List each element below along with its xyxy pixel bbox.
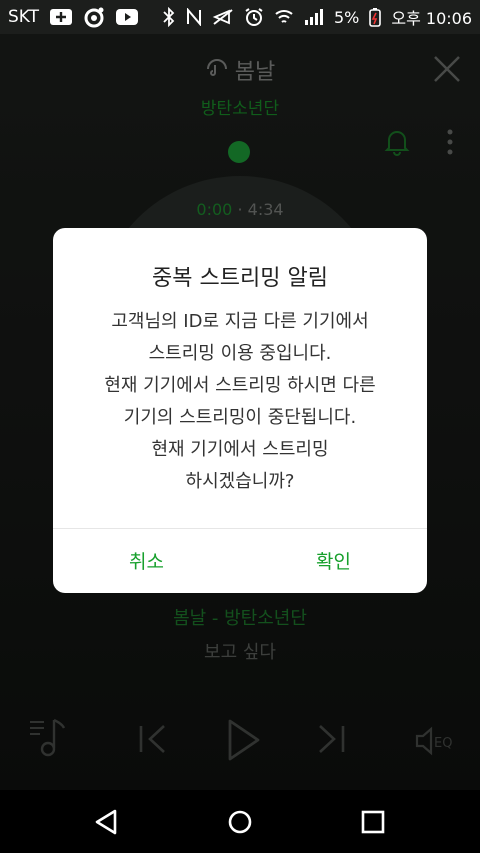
dialog-message-line: 스트리밍 이용 중입니다. [148, 343, 332, 364]
dialog-message-line: 하시겠습니까? [185, 471, 295, 492]
recents-square-icon [361, 810, 385, 834]
back-triangle-icon [95, 809, 117, 835]
dialog-message-line: 기기의 스트리밍이 중단됩니다. [123, 407, 357, 428]
clock: 오후 10:06 [391, 9, 472, 28]
home-button[interactable] [220, 804, 260, 840]
duplicate-streaming-dialog: 중복 스트리밍 알림 고객님의 ID로 지금 다른 기기에서 스트리밍 이용 중… [53, 228, 427, 593]
carrier-label: SKT [8, 7, 40, 27]
youtube-icon [115, 8, 139, 26]
dialog-message-line: 현재 기기에서 스트리밍 [151, 439, 329, 460]
plus-app-icon [49, 8, 73, 26]
cancel-button[interactable]: 취소 [53, 528, 240, 593]
alarm-icon [244, 7, 264, 27]
mute-icon [212, 8, 234, 26]
dialog-title: 중복 스트리밍 알림 [152, 266, 328, 291]
wifi-icon [274, 8, 294, 26]
battery-percent: 5% [333, 7, 360, 27]
signal-icon [304, 9, 324, 25]
dialog-message: 고객님의 ID로 지금 다른 기기에서 스트리밍 이용 중입니다. 현재 기기에… [53, 306, 427, 498]
battery-charging-icon [369, 7, 382, 27]
dialog-message-line: 현재 기기에서 스트리밍 하시면 다른 [104, 375, 376, 396]
system-nav-bar [0, 790, 480, 853]
recents-button[interactable] [353, 804, 393, 840]
bluetooth-icon [162, 7, 176, 27]
back-button[interactable] [86, 804, 126, 840]
nfc-icon [186, 8, 202, 26]
music-app-icon [83, 6, 105, 28]
dialog-message-line: 고객님의 ID로 지금 다른 기기에서 [111, 311, 369, 332]
status-bar: SKT 5% 오후 10:06 [0, 0, 480, 34]
home-circle-icon [228, 810, 252, 834]
confirm-button[interactable]: 확인 [240, 528, 427, 593]
